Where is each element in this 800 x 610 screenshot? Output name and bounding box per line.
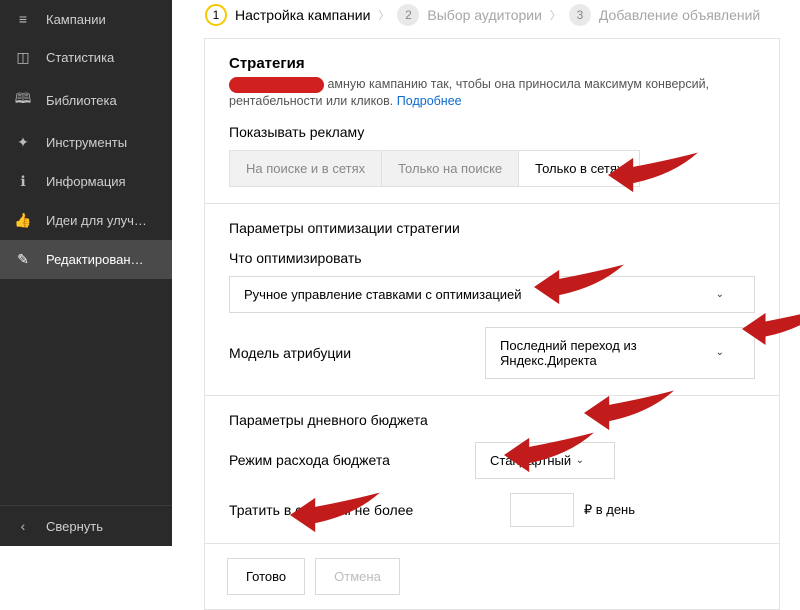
section-subtitle: Параметры оптимизации стратегии <box>229 220 755 236</box>
spend-limit-input[interactable] <box>510 493 574 527</box>
step-number: 1 <box>205 4 227 26</box>
sidebar-item-stats[interactable]: ◫ Статистика <box>0 38 172 77</box>
sidebar: ≡ Кампании ◫ Статистика 🕮 Библиотека ✦ И… <box>0 0 172 546</box>
budget-mode-select[interactable]: Стандартный ⌄ <box>475 442 615 479</box>
step-number: 2 <box>397 4 419 26</box>
sidebar-item-campaigns[interactable]: ≡ Кампании <box>0 0 172 38</box>
attribution-select[interactable]: Последний переход из Яндекс.Директа ⌄ <box>485 327 755 379</box>
step-label: Выбор аудитории <box>427 7 542 23</box>
step-2[interactable]: 2 Выбор аудитории <box>397 4 542 26</box>
sidebar-item-info[interactable]: ℹ Информация <box>0 162 172 201</box>
sidebar-item-label: Информация <box>46 174 126 189</box>
chevron-right-icon: 〉 <box>378 7 389 23</box>
step-label: Настройка кампании <box>235 7 370 23</box>
bar-chart-icon: ◫ <box>14 49 32 66</box>
main-panel: Стратегия амную кампанию так, чтобы она … <box>204 38 780 610</box>
segment-search-and-network[interactable]: На поиске и в сетях <box>229 150 382 187</box>
info-icon: ℹ <box>14 173 32 190</box>
redacted-text <box>229 77 324 93</box>
learn-more-link[interactable]: Подробнее <box>397 94 462 108</box>
segment-search-only[interactable]: Только на поиске <box>382 150 519 187</box>
step-1[interactable]: 1 Настройка кампании <box>205 4 370 26</box>
book-icon: 🕮 <box>14 88 32 112</box>
step-3[interactable]: 3 Добавление объявлений <box>569 4 760 26</box>
select-value: Стандартный <box>490 453 571 468</box>
what-optimize-select[interactable]: Ручное управление ставками с оптимизацие… <box>229 276 755 313</box>
section-title: Стратегия <box>229 55 755 72</box>
chevron-down-icon: ⌄ <box>716 347 724 358</box>
segment-network-only[interactable]: Только в сетях <box>519 150 640 187</box>
spend-limit-hint: ₽ в день <box>584 502 635 518</box>
step-number: 3 <box>569 4 591 26</box>
sidebar-item-label: Инструменты <box>46 135 127 150</box>
section-optimization: Параметры оптимизации стратегии Что опти… <box>205 204 779 396</box>
sidebar-collapse[interactable]: ‹ Свернуть <box>0 505 172 546</box>
sidebar-item-edit[interactable]: ✎ Редактирован… <box>0 240 172 279</box>
select-value: Ручное управление ставками с оптимизацие… <box>244 287 522 302</box>
section-description: амную кампанию так, чтобы она приносила … <box>229 76 755 110</box>
footer-actions: Готово Отмена <box>205 544 779 609</box>
select-value: Последний переход из Яндекс.Директа <box>500 338 716 368</box>
sidebar-item-label: Кампании <box>46 12 106 27</box>
section-subtitle: Параметры дневного бюджета <box>229 412 755 428</box>
sidebar-item-label: Редактирован… <box>46 252 144 267</box>
chevron-down-icon: ⌄ <box>576 455 584 466</box>
stepper: 1 Настройка кампании 〉 2 Выбор аудитории… <box>205 4 760 26</box>
section-budget: Параметры дневного бюджета Режим расхода… <box>205 396 779 544</box>
pencil-icon: ✎ <box>14 251 32 268</box>
done-button[interactable]: Готово <box>227 558 305 595</box>
show-ads-label: Показывать рекламу <box>229 124 755 140</box>
thumb-up-icon: 👍 <box>14 212 32 229</box>
section-strategy: Стратегия амную кампанию так, чтобы она … <box>205 39 779 204</box>
chevron-left-icon: ‹ <box>14 518 32 534</box>
sidebar-collapse-label: Свернуть <box>46 519 103 534</box>
spend-limit-label: Тратить в среднем не более <box>229 502 413 518</box>
list-icon: ≡ <box>14 11 32 27</box>
budget-mode-label: Режим расхода бюджета <box>229 452 390 468</box>
sidebar-item-tools[interactable]: ✦ Инструменты <box>0 123 172 162</box>
attribution-label: Модель атрибуции <box>229 345 351 361</box>
sidebar-item-label: Идеи для улуч… <box>46 213 147 228</box>
sidebar-item-library[interactable]: 🕮 Библиотека <box>0 77 172 123</box>
chevron-down-icon: ⌄ <box>716 289 724 300</box>
show-ads-segment: На поиске и в сетях Только на поиске Тол… <box>229 150 755 187</box>
chevron-right-icon: 〉 <box>550 7 561 23</box>
sidebar-item-label: Статистика <box>46 50 114 65</box>
step-label: Добавление объявлений <box>599 7 760 23</box>
what-optimize-label: Что оптимизировать <box>229 250 755 266</box>
sidebar-item-label: Библиотека <box>46 93 117 108</box>
sidebar-item-ideas[interactable]: 👍 Идеи для улуч… <box>0 201 172 240</box>
cancel-button[interactable]: Отмена <box>315 558 400 595</box>
sparkle-icon: ✦ <box>14 134 32 151</box>
